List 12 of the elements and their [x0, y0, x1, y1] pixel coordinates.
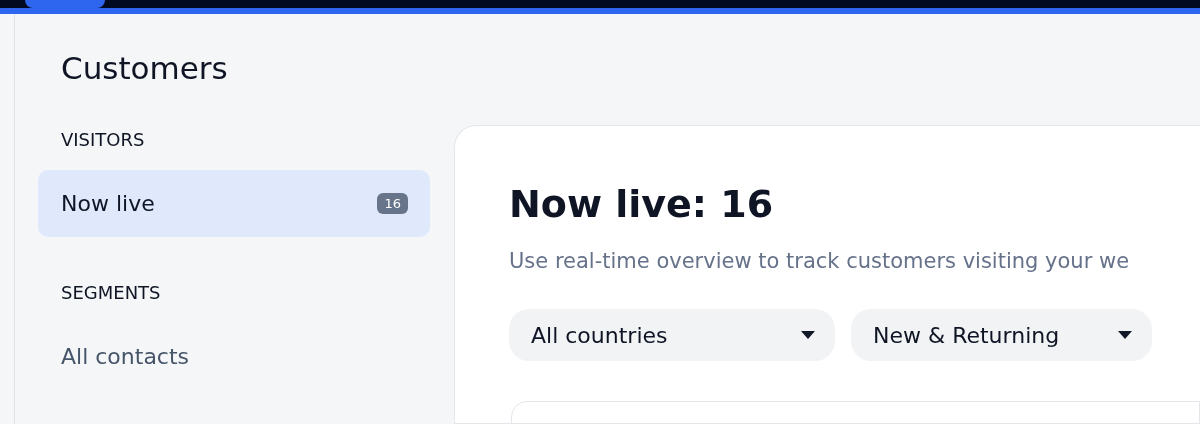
caret-icon: [1118, 331, 1132, 339]
filter-dropdown[interactable]: All countries: [509, 309, 835, 361]
subtitle: Use real-time overview to track customers visiting your we: [509, 249, 1131, 273]
sidebar-item[interactable]: All contacts: [38, 323, 430, 390]
caret-icon: [801, 331, 815, 339]
page-title: Customers: [61, 50, 229, 86]
sidebar-item[interactable]: Now live 16: [38, 170, 430, 237]
filter-dropdown[interactable]: New & Returning: [851, 309, 1152, 361]
section-heading: SEGMENTS: [61, 281, 162, 305]
main-title: Now live: 16: [509, 181, 775, 227]
count-badge: 16: [377, 193, 408, 214]
section-heading: VISITORS: [61, 128, 146, 152]
